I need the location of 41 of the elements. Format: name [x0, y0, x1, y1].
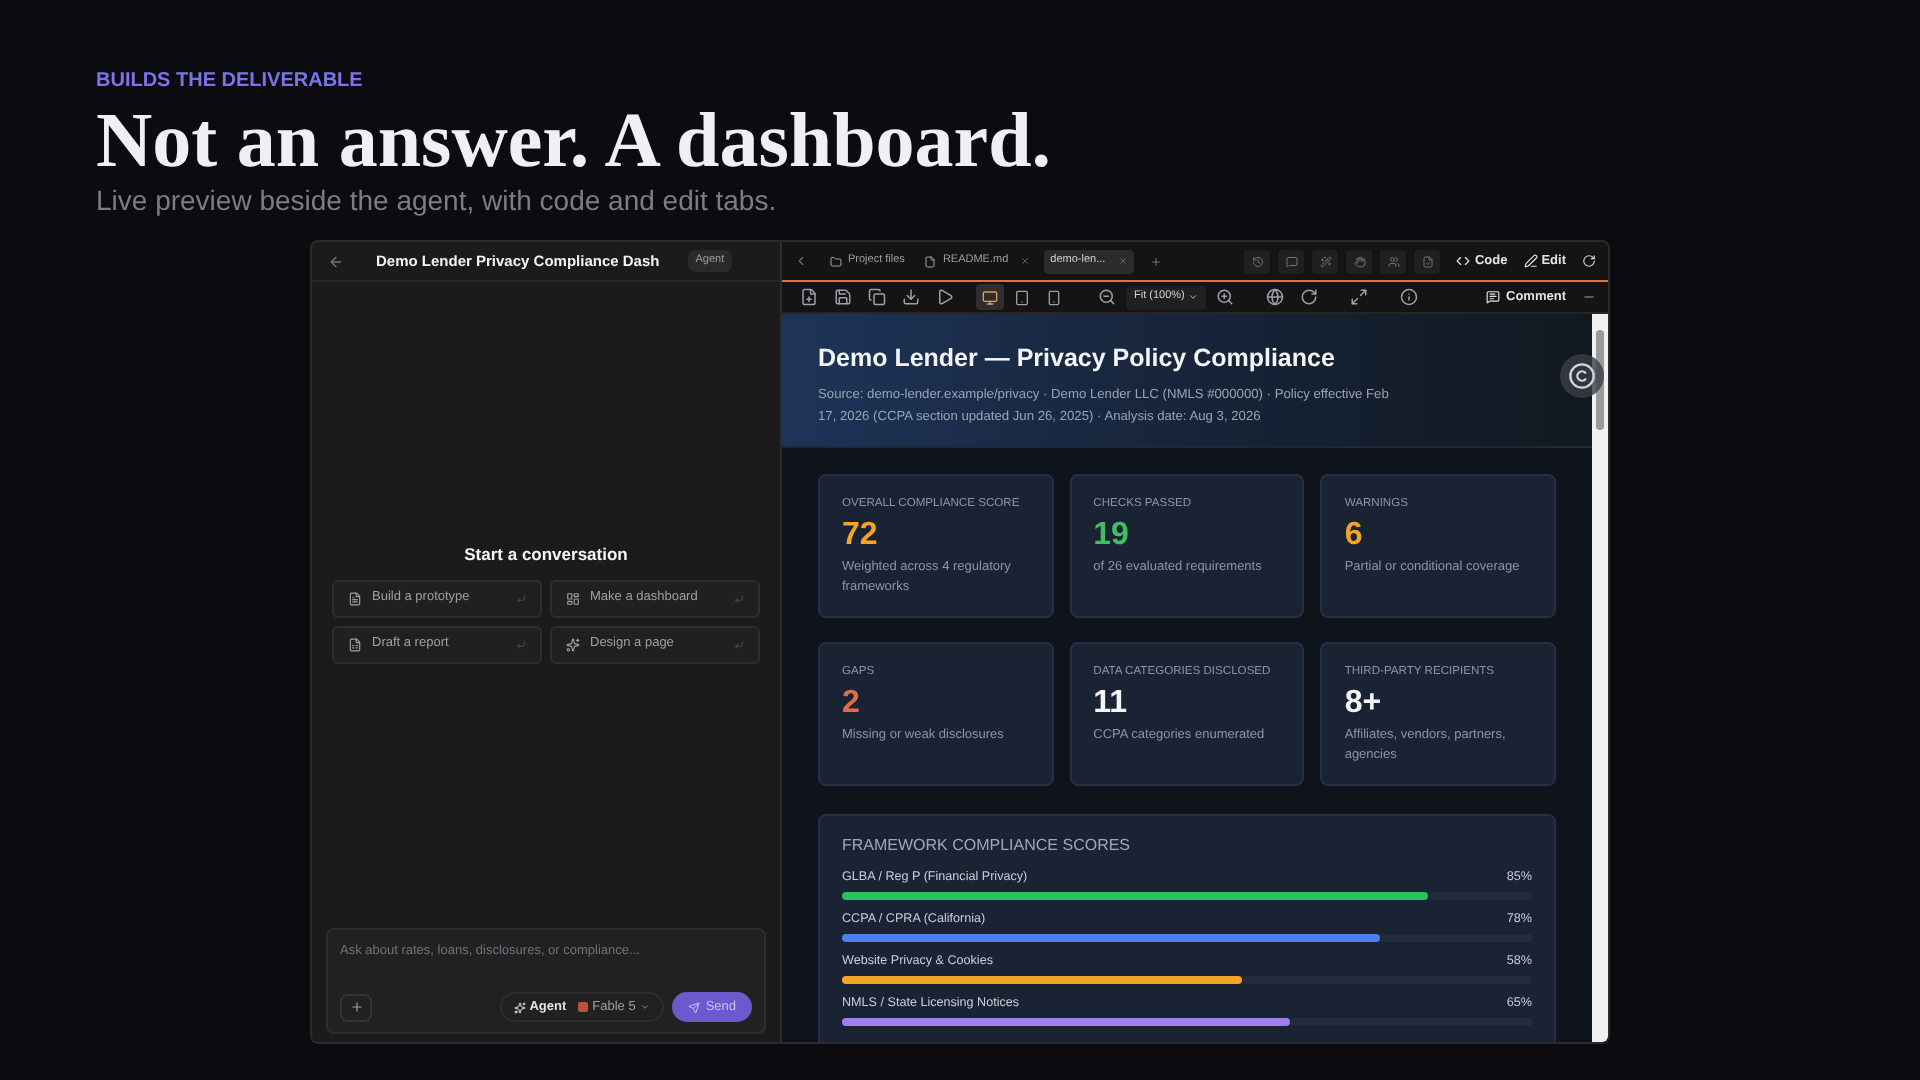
suggestion-icon: [348, 637, 362, 652]
folder-icon: [830, 255, 842, 267]
minimize-icon[interactable]: [1582, 290, 1596, 304]
enter-icon: [734, 593, 744, 604]
back-icon[interactable]: [794, 254, 808, 268]
stat-value: 8+: [1344, 684, 1382, 724]
report-title: Demo Lender — Privacy Policy Compliance: [818, 342, 1337, 374]
framework-title: FRAMEWORK COMPLIANCE SCORES: [842, 836, 1133, 856]
send-icon: [687, 1001, 700, 1013]
users-icon[interactable]: [1380, 249, 1407, 273]
pen-icon: [1523, 254, 1538, 268]
refresh-icon[interactable]: [1582, 254, 1596, 268]
suggestion-icon: [566, 637, 580, 652]
plus-icon: [349, 1000, 363, 1014]
subheading: Live preview beside the agent, with code and edit tabs.: [96, 184, 777, 218]
back-icon[interactable]: [328, 253, 344, 269]
sparkle-icon: [513, 1001, 526, 1013]
monitor-icon[interactable]: [976, 284, 1004, 310]
file-icon: [924, 255, 937, 267]
enter-icon: [516, 639, 526, 650]
enter-icon: [516, 593, 526, 604]
stat-value: 19: [1093, 516, 1129, 556]
stat-value: 11: [1093, 684, 1128, 724]
new-tab-icon[interactable]: [1149, 255, 1162, 267]
stat-value: 2: [842, 684, 860, 724]
suggestion-icon: [348, 591, 362, 606]
code-icon: [1456, 254, 1471, 268]
enter-icon: [734, 639, 744, 650]
suggestion-icon: [566, 591, 580, 606]
eyebrow-label: BUILDS THE DELIVERABLE: [96, 70, 363, 94]
headline: Not an answer. A dashboard.: [96, 100, 1052, 184]
chevron-down-icon: [639, 1002, 650, 1012]
empty-state-title: Start a conversation: [464, 542, 628, 568]
comment-icon: [1486, 290, 1501, 304]
add-button[interactable]: [340, 993, 372, 1021]
stat-value: 6: [1344, 516, 1363, 556]
chevron-down-icon: [1188, 292, 1199, 302]
history-icon[interactable]: [1244, 249, 1271, 273]
stat-value: 72: [842, 516, 878, 556]
hand-icon[interactable]: [1346, 249, 1373, 273]
chat-icon[interactable]: [1278, 249, 1305, 273]
